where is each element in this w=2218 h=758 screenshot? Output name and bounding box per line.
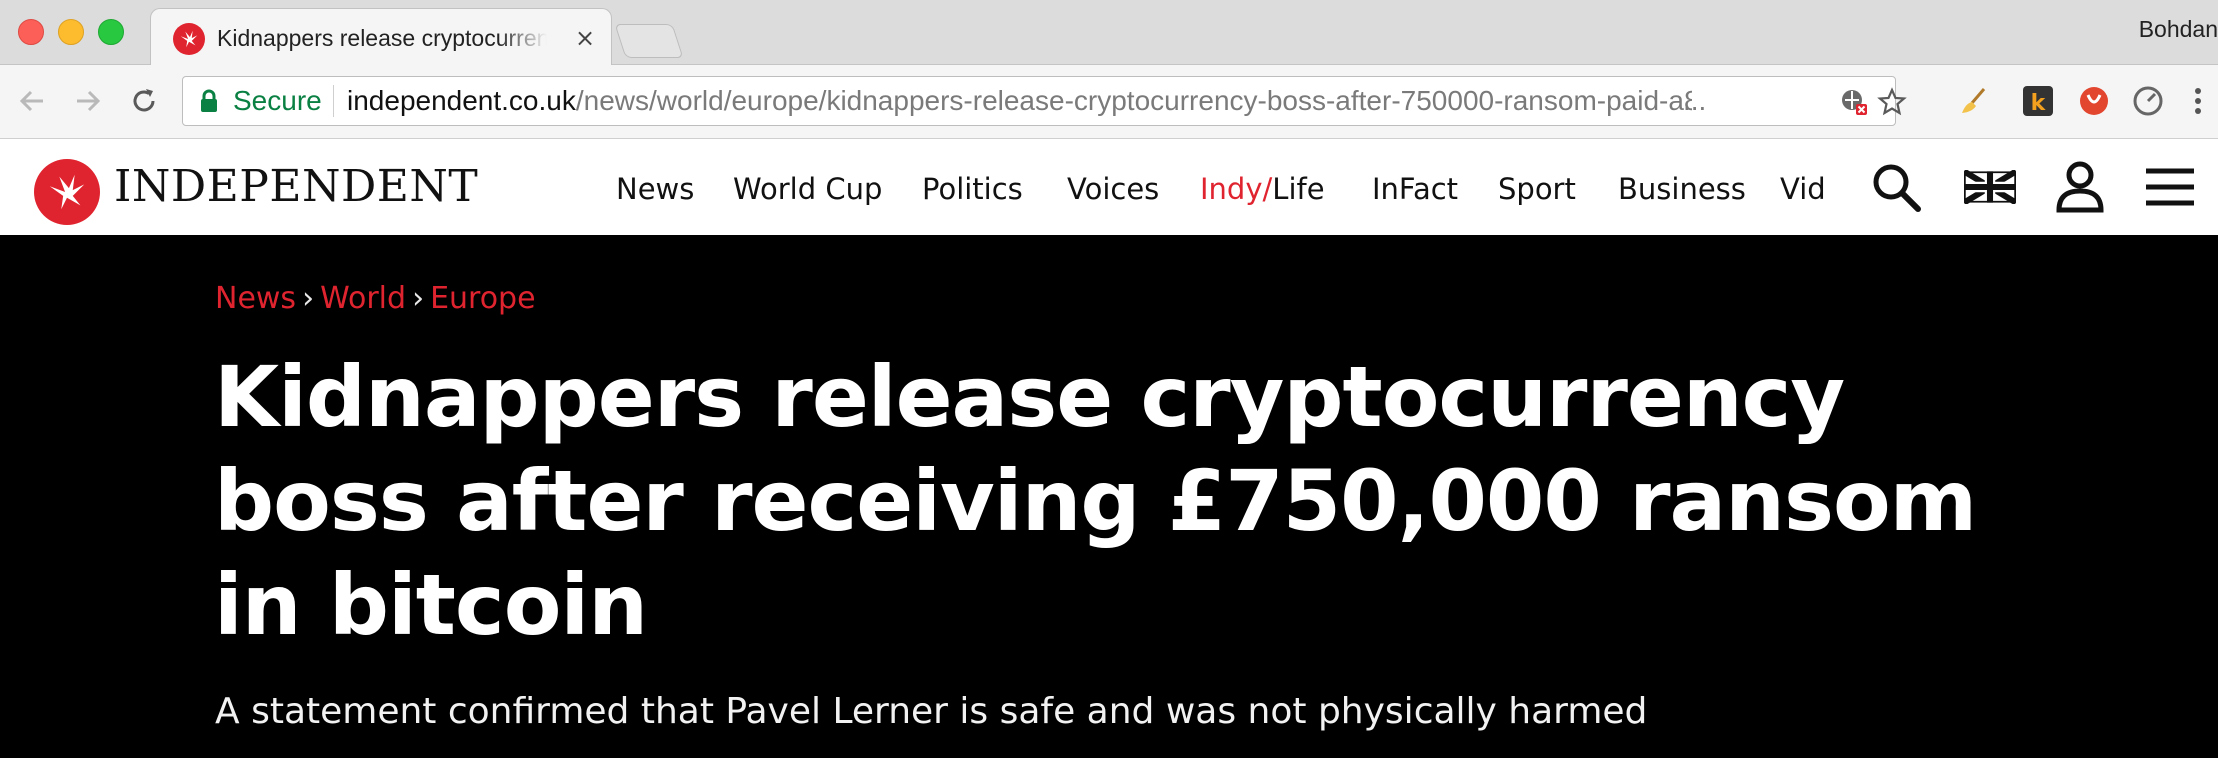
new-tab-button[interactable] [614,24,684,58]
lock-icon [199,89,219,117]
nav-politics[interactable]: Politics [922,169,1023,209]
window-close-button[interactable] [18,19,44,45]
nav-life-label: Life [1272,172,1325,206]
window-zoom-button[interactable] [98,19,124,45]
url-text[interactable]: independent.co.uk/news/world/europe/kidn… [347,85,1692,117]
browser-tab-strip: Kidnappers release cryptocurrency boss a… [0,0,2218,66]
profile-name[interactable]: Bohdan [2139,16,2218,43]
nav-news[interactable]: News [616,169,694,209]
nav-voices[interactable]: Voices [1067,169,1159,209]
breadcrumb-europe[interactable]: Europe [430,281,536,316]
gauge-extension-icon[interactable] [2132,85,2164,117]
tab-title: Kidnappers release cryptocurrency boss a… [217,25,547,51]
chrome-menu-icon[interactable] [2182,85,2214,117]
independent-eagle-logo-icon[interactable] [34,159,100,225]
independent-eagle-favicon-icon [173,23,205,55]
site-header: INDEPENDENT News World Cup Politics Voic… [0,139,2218,235]
k-extension-icon[interactable]: k [2022,85,2054,117]
forward-arrow-icon[interactable] [70,83,106,119]
reload-icon[interactable] [126,83,162,119]
account-icon[interactable] [2052,159,2108,215]
site-logo-text[interactable]: INDEPENDENT [114,161,478,213]
back-arrow-icon[interactable] [14,83,50,119]
omnibox-divider [333,85,334,117]
search-icon[interactable] [1868,159,1924,215]
nav-indy-label: Indy/ [1200,172,1273,206]
address-bar[interactable]: Secure independent.co.uk/news/world/euro… [182,76,1907,126]
breadcrumb-news[interactable]: News [215,281,296,316]
window-minimize-button[interactable] [58,19,84,45]
broom-extension-icon[interactable] [1958,85,1990,117]
url-path: /news/world/europe/kidnappers-release-cr… [575,85,1692,116]
menu-icon[interactable] [2142,159,2198,215]
breadcrumb-separator: › [302,281,315,316]
article-headline: Kidnappers release cryptocurrency boss a… [214,348,1977,654]
article-hero: News › World › Europe Kidnappers release cry… [0,235,2218,758]
uk-flag-icon[interactable] [1962,159,2018,215]
url-ellipsis: ... [1683,85,1707,116]
tab-close-icon[interactable]: × [571,23,599,53]
nav-sport[interactable]: Sport [1498,169,1576,209]
blocked-content-icon[interactable] [1837,85,1871,119]
breadcrumb-separator: › [412,281,425,316]
nav-world-cup[interactable]: World Cup [733,169,882,209]
article-standfirst: A statement confirmed that Pavel Lerner … [215,691,1648,732]
browser-toolbar: Secure independent.co.uk/news/world/euro… [0,65,2218,139]
nav-video[interactable]: Vid [1780,169,1832,209]
url-host: independent.co.uk [347,85,576,116]
svg-text:k: k [2031,91,2047,116]
nav-indy-life[interactable]: Indy/Life [1200,169,1325,209]
nav-business[interactable]: Business [1618,169,1746,209]
nav-infact[interactable]: InFact [1372,169,1458,209]
breadcrumb-world[interactable]: World [320,281,406,316]
bookmark-star-icon[interactable] [1875,85,1909,119]
secure-label: Secure [233,85,322,116]
red-shield-extension-icon[interactable] [2078,85,2110,117]
breadcrumb: News › World › Europe [215,281,536,317]
browser-tab-active[interactable]: Kidnappers release cryptocurrency boss a… [150,8,612,66]
